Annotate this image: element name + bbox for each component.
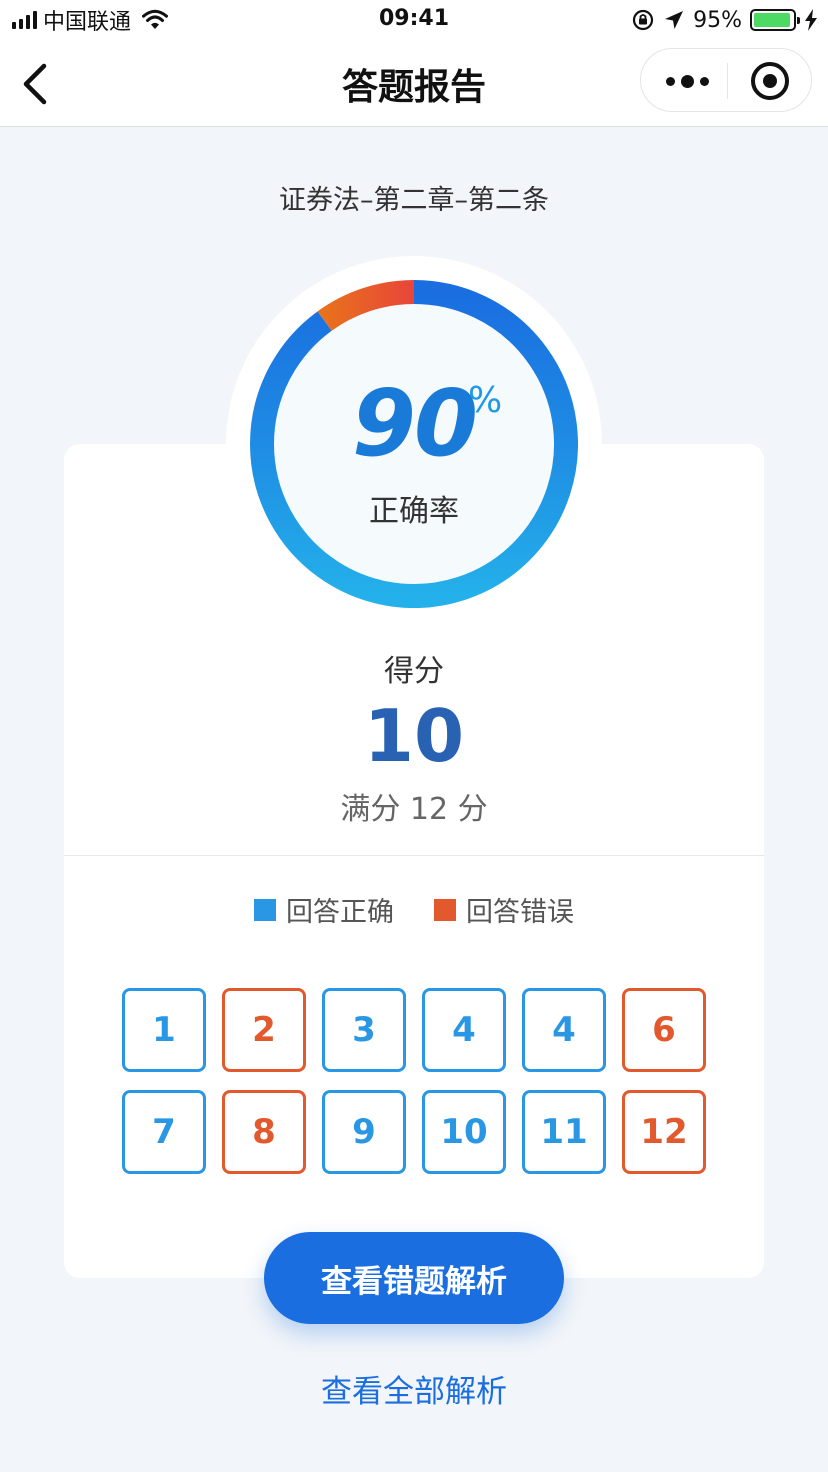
question-3-button[interactable]: 3 (322, 988, 406, 1072)
question-8-button[interactable]: 8 (222, 1090, 306, 1174)
question-6-button[interactable]: 6 (622, 988, 706, 1072)
charging-bolt-icon (805, 9, 817, 31)
orientation-lock-icon (632, 9, 654, 31)
score-value: 10 (363, 694, 465, 778)
legend-wrong: 回答错误 (434, 890, 574, 929)
exam-subtitle: 证券法–第二章–第二条 (279, 185, 549, 216)
battery-level (754, 13, 791, 27)
question-10-button[interactable]: 10 (422, 1090, 506, 1174)
battery-icon (750, 9, 800, 31)
accuracy-label: 正确率 (369, 494, 459, 529)
location-arrow-icon (665, 11, 684, 29)
question-1-button[interactable]: 1 (122, 988, 206, 1072)
legend-correct: 回答正确 (254, 890, 394, 929)
answer-legend: 回答正确 回答错误 (0, 890, 828, 929)
question-4-button[interactable]: 4 (422, 988, 506, 1072)
legend-wrong-swatch (434, 898, 456, 921)
score-total: 满分 12 分 (340, 792, 488, 827)
mini-program-capsule (640, 48, 812, 112)
capsule-divider (727, 63, 728, 99)
legend-correct-swatch (254, 898, 276, 921)
target-close-icon[interactable] (751, 62, 789, 100)
question-4-button[interactable]: 4 (522, 988, 606, 1072)
legend-correct-label: 回答正确 (286, 897, 394, 928)
nav-bar: 答题报告 (0, 40, 828, 127)
view-all-analysis-link[interactable]: 查看全部解析 (0, 1366, 828, 1411)
view-wrong-analysis-button[interactable]: 查看错题解析 (264, 1232, 564, 1324)
question-9-button[interactable]: 9 (322, 1090, 406, 1174)
accuracy-percent-sign: % (468, 380, 503, 421)
question-12-button[interactable]: 12 (622, 1090, 706, 1174)
battery-percent: 95% (693, 7, 742, 33)
accuracy-value: 90 (351, 370, 478, 477)
question-11-button[interactable]: 11 (522, 1090, 606, 1174)
card-divider (64, 855, 764, 856)
status-bar: 中国联通 09:41 95% (0, 0, 828, 40)
legend-wrong-label: 回答错误 (466, 897, 574, 928)
score-label: 得分 (384, 654, 444, 689)
status-right: 95% (631, 7, 818, 33)
question-2-button[interactable]: 2 (222, 988, 306, 1072)
accuracy-value-wrap: 90 (250, 370, 578, 477)
question-7-button[interactable]: 7 (122, 1090, 206, 1174)
more-dots-icon[interactable] (663, 65, 711, 97)
